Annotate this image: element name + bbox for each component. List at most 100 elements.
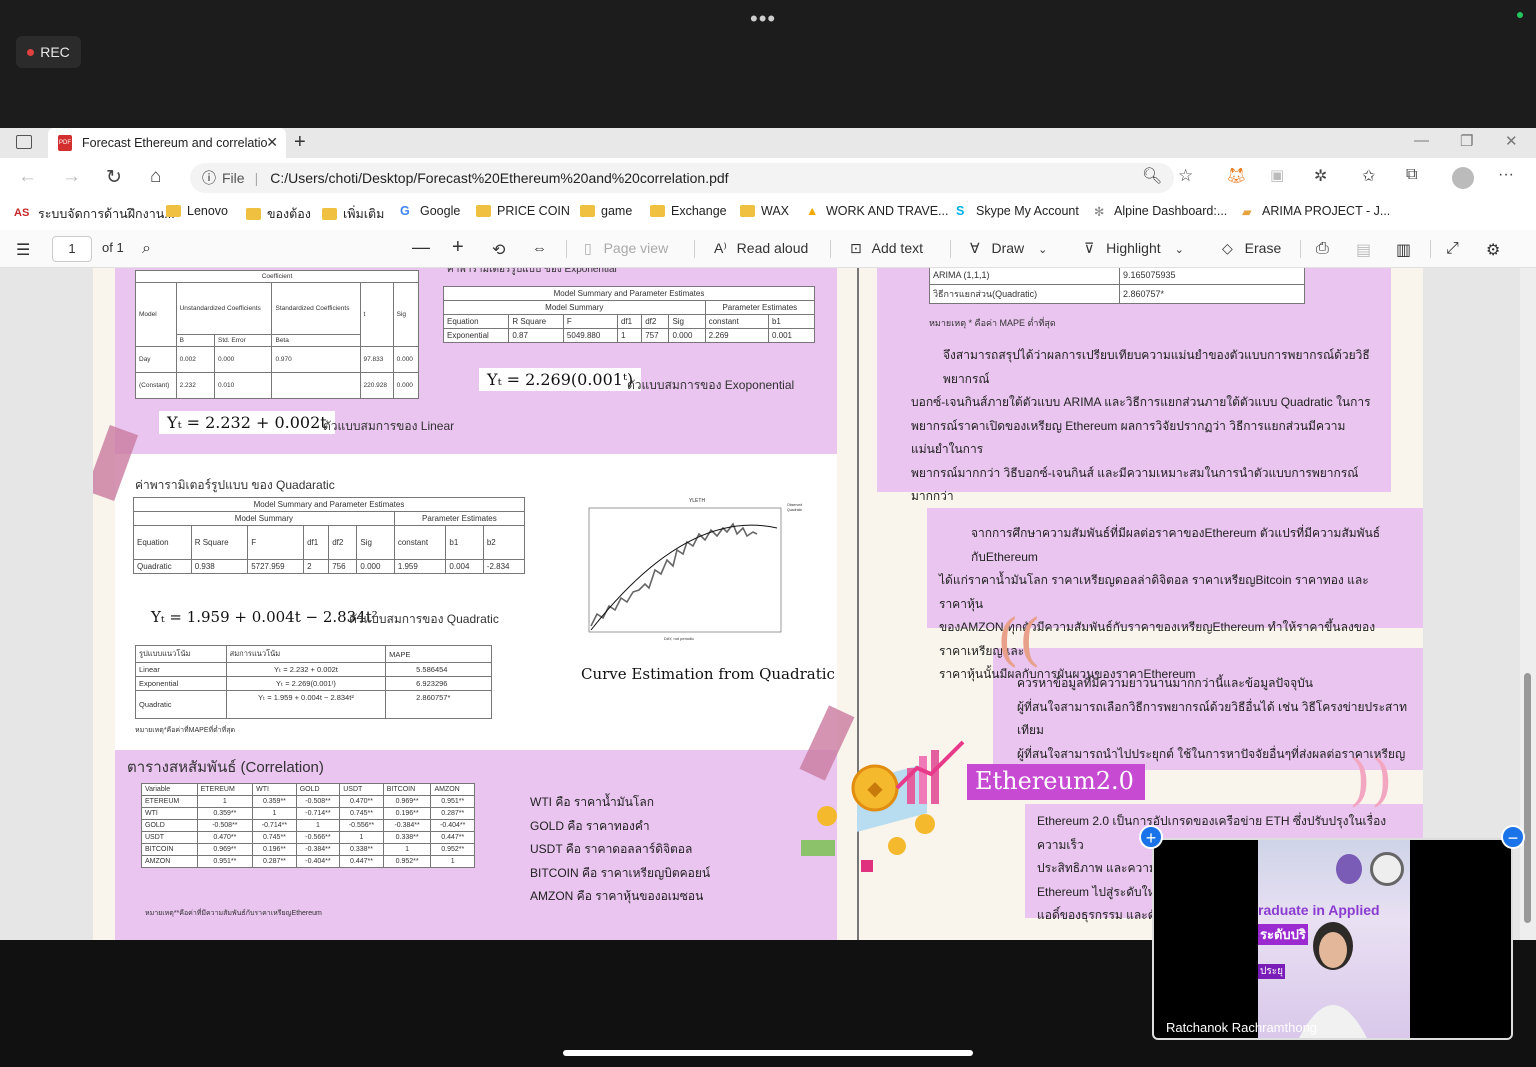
bookmark-item[interactable]: game	[580, 204, 632, 218]
bookmark-label: Google	[420, 204, 461, 218]
bookmark-item[interactable]: ✻ Alpine Dashboard:...	[1094, 204, 1227, 219]
table-header: Sig	[668, 314, 706, 329]
bookmark-item[interactable]: เพิ่มเติม	[322, 204, 384, 224]
new-tab-button[interactable]: +	[294, 131, 306, 154]
exp-heading: ค่าพารามิเตอร์รูปแบบ ของ Exponential	[447, 268, 617, 275]
add-icon[interactable]: +	[1139, 825, 1163, 849]
scrollbar-thumb[interactable]	[1524, 673, 1531, 923]
toolbar-divider	[694, 240, 695, 258]
table-header: Variable	[141, 783, 198, 796]
extensions-puzzle-icon[interactable]: ✲	[1314, 166, 1327, 186]
bookmark-item[interactable]: Exchange	[650, 204, 727, 218]
bookmark-item[interactable]: WAX	[740, 204, 789, 218]
draw-button[interactable]: ∀ Draw ⌄	[970, 240, 1047, 257]
close-window-icon[interactable]: ✕	[1505, 132, 1518, 150]
favorites-icon[interactable]: ✩	[1362, 166, 1375, 186]
back-icon[interactable]: ←	[18, 166, 37, 188]
text-line: พยากรณ์มากกว่า วิธีบอกซ์-เจนกินส์ และมีค…	[911, 465, 1359, 504]
chevron-down-icon[interactable]: ⌄	[1175, 244, 1184, 256]
folder-icon	[166, 205, 181, 217]
tab-close-icon[interactable]: ✕	[266, 134, 278, 151]
fit-width-icon[interactable]: ⇔	[532, 240, 547, 257]
table-header: t	[359, 282, 394, 347]
linear-equation: Yₜ = 2.232 + 0.002t	[159, 411, 335, 434]
save-as-icon[interactable]: ▥	[1396, 240, 1411, 260]
bookmark-label: Skype My Account	[976, 204, 1079, 218]
table-cell: AMZON	[141, 855, 198, 868]
extension-icon[interactable]: ▣	[1270, 166, 1284, 184]
bookmark-item[interactable]: ของต้อง	[246, 204, 311, 224]
zoom-in-icon[interactable]: +	[452, 236, 464, 259]
pdf-icon: PDF	[58, 135, 72, 151]
zoom-out-icon[interactable]: —	[412, 237, 430, 258]
backdrop-text: ประยุ	[1258, 964, 1285, 979]
table-cell: Quadratic	[133, 559, 192, 574]
profile-avatar[interactable]	[1452, 167, 1474, 189]
info-icon[interactable]: ⓘ	[202, 168, 216, 188]
settings-more-icon[interactable]: ···	[1498, 166, 1514, 184]
more-options-icon[interactable]: •••	[750, 6, 776, 32]
bookmark-label: PRICE COIN	[497, 204, 570, 218]
toolbar-divider	[1430, 240, 1431, 258]
table-cell: 0.196**	[382, 807, 432, 820]
text-line: BITCOIN คือ ราคาเหรียญบิตคอยน์	[530, 865, 711, 880]
bookmark-item[interactable]: ▲ WORK AND TRAVE...	[806, 204, 948, 218]
search-icon[interactable]: ⌕	[142, 240, 151, 258]
forward-icon[interactable]: →	[62, 166, 81, 188]
video-feed: raduate in Applied ระดับปริ ประยุ	[1258, 840, 1410, 1038]
minimize-video-icon[interactable]: −	[1501, 825, 1525, 849]
fullscreen-icon[interactable]: ⤢	[1446, 240, 1459, 258]
table-header: AMZON	[430, 783, 475, 796]
page-number-input[interactable]: 1	[52, 236, 92, 262]
erase-button[interactable]: ◇ Erase	[1222, 240, 1281, 257]
add-text-button[interactable]: ⊡ Add text	[850, 240, 923, 257]
bookmark-item[interactable]: Lenovo	[166, 204, 228, 218]
contents-icon[interactable]: ☰	[16, 240, 30, 260]
recording-badge: REC	[16, 36, 81, 68]
save-icon[interactable]: ▤	[1356, 240, 1371, 260]
chevron-down-icon[interactable]: ⌄	[1038, 244, 1047, 256]
coin-icon	[915, 814, 935, 834]
doc-icon: ▰	[1242, 205, 1252, 219]
read-aloud-button[interactable]: A⁾ Read aloud	[714, 240, 808, 257]
bookmarks-bar: AS ระบบจัดการด้านฝึกงาน... Lenovo ของต้อง…	[0, 198, 1536, 226]
rotate-icon[interactable]: ⟲	[492, 240, 505, 260]
correlation-table: Variable ETEREUM WTI GOLD USDT BITCOIN AMZON ET…	[141, 783, 475, 868]
bookmark-item[interactable]: ▰ ARIMA PROJECT - J...	[1242, 204, 1390, 219]
bookmark-item[interactable]: AS ระบบจัดการด้านฝึกงาน...	[14, 204, 175, 224]
refresh-icon[interactable]: ↻	[106, 166, 122, 189]
tab-active[interactable]: PDF Forecast Ethereum and correlatio ✕	[48, 128, 286, 158]
highlight-button[interactable]: ⊽ Highlight ⌄	[1084, 240, 1184, 257]
table-cell: Exponential	[135, 676, 227, 691]
alpine-icon: ✻	[1094, 205, 1105, 219]
draw-label: Draw	[991, 240, 1025, 256]
text-line: จากการศึกษาความสัมพันธ์ที่มีผลต่อราคาของ…	[971, 526, 1381, 564]
table-header: ETEREUM	[196, 783, 254, 796]
home-icon[interactable]: ⌂	[150, 166, 161, 188]
url-field[interactable]: ⓘ File | C:/Users/choti/Desktop/Forecast…	[190, 163, 1174, 193]
text-line: ควรหาข้อมูลที่มีความยาวนานมากกว่านี้และข…	[1017, 676, 1313, 690]
table-header: R Square	[508, 314, 564, 329]
table-cell: 0.000	[668, 328, 706, 343]
table-cell: 6.923296	[385, 676, 492, 691]
restore-icon[interactable]: ❐	[1460, 132, 1473, 150]
page-view-button[interactable]: ▯ Page view	[584, 240, 668, 257]
zoom-icon[interactable]: 🔍︎	[1142, 166, 1162, 186]
table-header: Equation	[442, 314, 510, 329]
gear-icon[interactable]: ⚙	[1486, 240, 1500, 260]
eth2-title: Ethereum2.0	[967, 764, 1145, 800]
meeting-top-bar: REC •••	[0, 0, 1536, 128]
minimize-icon[interactable]: —	[1414, 132, 1429, 149]
participant-video[interactable]: raduate in Applied ระดับปริ ประยุ Ratcha…	[1152, 838, 1513, 1040]
bookmark-item[interactable]: G Google	[400, 204, 460, 218]
bookmark-item[interactable]: PRICE COIN	[476, 204, 570, 218]
table-header: WTI	[252, 783, 297, 796]
collections-icon[interactable]: ⧉	[1406, 166, 1417, 184]
bookmark-item[interactable]: S Skype My Account	[956, 204, 1079, 218]
favorite-add-icon[interactable]: ☆	[1178, 166, 1193, 186]
home-indicator[interactable]	[563, 1050, 973, 1056]
metamask-icon[interactable]: 🦊︎	[1226, 166, 1246, 186]
tab-actions-icon[interactable]	[16, 135, 32, 149]
tab-bar: PDF Forecast Ethereum and correlatio ✕ +…	[0, 128, 1536, 158]
print-icon[interactable]: ⎙	[1316, 240, 1329, 258]
